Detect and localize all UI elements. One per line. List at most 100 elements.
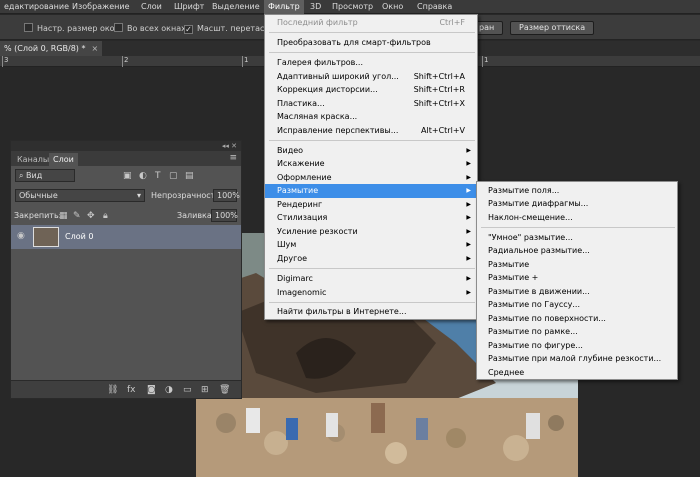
menu-image[interactable]: Изображение <box>68 0 134 14</box>
layer-filter-row: ⌕ Вид ▣ ◐ T ▢ ▤ <box>11 169 241 185</box>
menu-item-video[interactable]: Видео ▶ <box>277 144 477 158</box>
lock-row: Закрепить: ▦ ✎ ✥ 🔒︎ Заливка: 100% <box>11 209 241 225</box>
menu-layers[interactable]: Слои <box>137 0 166 14</box>
menu-3d[interactable]: 3D <box>306 0 325 14</box>
submenu-item-shape-blur[interactable]: Размытие по фигуре... <box>488 339 583 353</box>
shape-filter-icon[interactable]: ▢ <box>169 171 178 181</box>
submenu-item-box-blur[interactable]: Размытие по рамке... <box>488 325 578 339</box>
checkbox-icon[interactable] <box>24 23 33 32</box>
lock-label: Закрепить: <box>14 211 62 220</box>
menu-item-lens-correction[interactable]: Коррекция дисторсии... Shift+Ctrl+R <box>277 83 477 97</box>
submenu-arrow-icon: ▶ <box>466 214 471 221</box>
close-icon[interactable]: × <box>91 44 98 53</box>
layer-mask-icon[interactable]: ◙ <box>147 385 156 395</box>
submenu-item-surface-blur[interactable]: Размытие по поверхности... <box>488 312 606 326</box>
eye-icon[interactable]: ◉ <box>17 231 25 241</box>
opacity-input[interactable]: 100% <box>213 189 240 202</box>
submenu-arrow-icon: ▶ <box>466 289 471 296</box>
layer-style-icon[interactable]: fx <box>127 385 136 395</box>
menu-item-oil-paint[interactable]: Масляная краска... <box>277 110 477 124</box>
ruler-number: 1 <box>484 56 489 64</box>
submenu-item-blur[interactable]: Размытие <box>488 258 529 272</box>
type-filter-icon[interactable]: T <box>155 171 161 181</box>
menu-select[interactable]: Выделение <box>208 0 264 14</box>
fill-input[interactable]: 100% <box>211 209 238 222</box>
filter-kind-select[interactable]: ⌕ Вид <box>15 169 75 182</box>
ruler-number: 1 <box>244 56 249 64</box>
menu-separator <box>269 52 475 53</box>
submenu-item-tilt-shift[interactable]: Наклон-смещение... <box>488 211 573 225</box>
menu-item-browse-filters-online[interactable]: Найти фильтры в Интернете... <box>277 305 477 319</box>
submenu-item-smart-blur[interactable]: "Умное" размытие... <box>488 231 573 245</box>
menu-item-sharpen[interactable]: Усиление резкости ▶ <box>277 225 477 239</box>
layer-thumbnail <box>33 227 59 247</box>
menu-item-stylize-design[interactable]: Оформление ▶ <box>277 171 477 185</box>
menu-item-imagenomic[interactable]: Imagenomic ▶ <box>277 286 477 300</box>
submenu-item-motion-blur[interactable]: Размытие в движении... <box>488 285 590 299</box>
submenu-arrow-icon: ▶ <box>466 275 471 282</box>
checkmark-icon[interactable]: ✓ <box>184 25 193 34</box>
resize-windows-option[interactable]: Настр. размер окон <box>24 23 120 35</box>
submenu-item-field-blur[interactable]: Размытие поля... <box>488 184 559 198</box>
menu-view[interactable]: Просмотр <box>328 0 377 14</box>
menu-help[interactable]: Справка <box>413 0 456 14</box>
smart-object-filter-icon[interactable]: ▤ <box>185 171 194 181</box>
panel-collapse-controls[interactable]: ◂◂ ✕ <box>11 141 241 151</box>
lock-all-icon[interactable]: 🔒︎ <box>103 211 108 221</box>
menu-filter[interactable]: Фильтр <box>264 0 304 14</box>
menu-separator <box>269 302 475 303</box>
submenu-arrow-icon: ▶ <box>466 241 471 248</box>
menu-item-smart-filters[interactable]: Преобразовать для смарт-фильтров <box>277 36 477 50</box>
menu-window[interactable]: Окно <box>378 0 407 14</box>
ruler-tick <box>2 56 3 67</box>
menu-item-blur[interactable]: Размытие ▶ <box>265 184 477 198</box>
menu-item-noise[interactable]: Шум ▶ <box>277 238 477 252</box>
adjustment-layer-icon[interactable]: ◑ <box>165 385 173 395</box>
submenu-item-radial-blur[interactable]: Радиальное размытие... <box>488 244 590 258</box>
link-layers-icon[interactable]: ⛓ <box>107 385 118 395</box>
submenu-arrow-icon: ▶ <box>466 228 471 235</box>
pixel-filter-icon[interactable]: ▣ <box>123 171 132 181</box>
layer-row[interactable]: ◉ Слой 0 <box>11 225 241 249</box>
menu-item-digimarc[interactable]: Digimarc ▶ <box>277 272 477 286</box>
menu-item-liquify[interactable]: Пластика... Shift+Ctrl+X <box>277 97 477 111</box>
menu-separator <box>269 140 475 141</box>
lock-image-icon[interactable]: ✎ <box>73 211 81 221</box>
menu-item-filter-gallery[interactable]: Галерея фильтров... <box>277 56 477 70</box>
layer-name[interactable]: Слой 0 <box>65 231 93 243</box>
menu-item-vanishing-point[interactable]: Исправление перспективы... Alt+Ctrl+V <box>277 124 477 138</box>
submenu-item-lens-blur[interactable]: Размытие при малой глубине резкости... <box>488 352 661 366</box>
panel-footer: ⛓ fx ◙ ◑ ▭ ⊞ 🗑︎ <box>11 380 241 398</box>
trash-icon[interactable]: 🗑︎ <box>219 385 230 395</box>
print-size-button[interactable]: Размер оттиска <box>510 21 595 35</box>
fill-label: Заливка: <box>177 211 215 220</box>
menu-item-adaptive-wide-angle[interactable]: Адаптивный широкий угол... Shift+Ctrl+A <box>277 70 477 84</box>
tab-channels[interactable]: Каналы <box>13 153 53 166</box>
menu-edit[interactable]: едактирование <box>0 0 73 14</box>
blend-row: Обычные ▾ Непрозрачность: 100% <box>11 189 241 205</box>
submenu-item-average[interactable]: Среднее <box>488 366 524 380</box>
all-windows-option[interactable]: Во всех окнах <box>114 23 186 35</box>
submenu-item-iris-blur[interactable]: Размытие диафрагмы... <box>488 197 588 211</box>
menu-item-last-filter: Последний фильтр Ctrl+F <box>277 18 465 27</box>
menu-separator <box>269 268 475 269</box>
tab-layers[interactable]: Слои <box>49 153 78 166</box>
submenu-arrow-icon: ▶ <box>466 187 471 194</box>
blend-mode-select[interactable]: Обычные ▾ <box>15 189 145 202</box>
submenu-item-blur-more[interactable]: Размытие + <box>488 271 538 285</box>
menu-item-distort[interactable]: Искажение ▶ <box>277 157 477 171</box>
menu-item-stylize[interactable]: Стилизация ▶ <box>277 211 477 225</box>
lock-position-icon[interactable]: ✥ <box>87 211 95 221</box>
panel-menu-icon[interactable]: ≡ <box>229 153 237 163</box>
new-group-icon[interactable]: ▭ <box>183 385 192 395</box>
menu-item-other[interactable]: Другое ▶ <box>277 252 477 266</box>
checkbox-icon[interactable] <box>114 23 123 32</box>
lock-transparent-icon[interactable]: ▦ <box>59 211 68 221</box>
document-tab[interactable]: % (Слой 0, RGB/8) * × <box>0 41 103 56</box>
submenu-item-gaussian-blur[interactable]: Размытие по Гауссу... <box>488 298 580 312</box>
layers-panel: ◂◂ ✕ Каналы Слои ≡ ⌕ Вид ▣ ◐ T ▢ ▤ Обычн… <box>10 140 242 399</box>
new-layer-icon[interactable]: ⊞ <box>201 385 209 395</box>
adjustment-filter-icon[interactable]: ◐ <box>139 171 147 181</box>
menu-type[interactable]: Шрифт <box>170 0 208 14</box>
menu-item-render[interactable]: Рендеринг ▶ <box>277 198 477 212</box>
